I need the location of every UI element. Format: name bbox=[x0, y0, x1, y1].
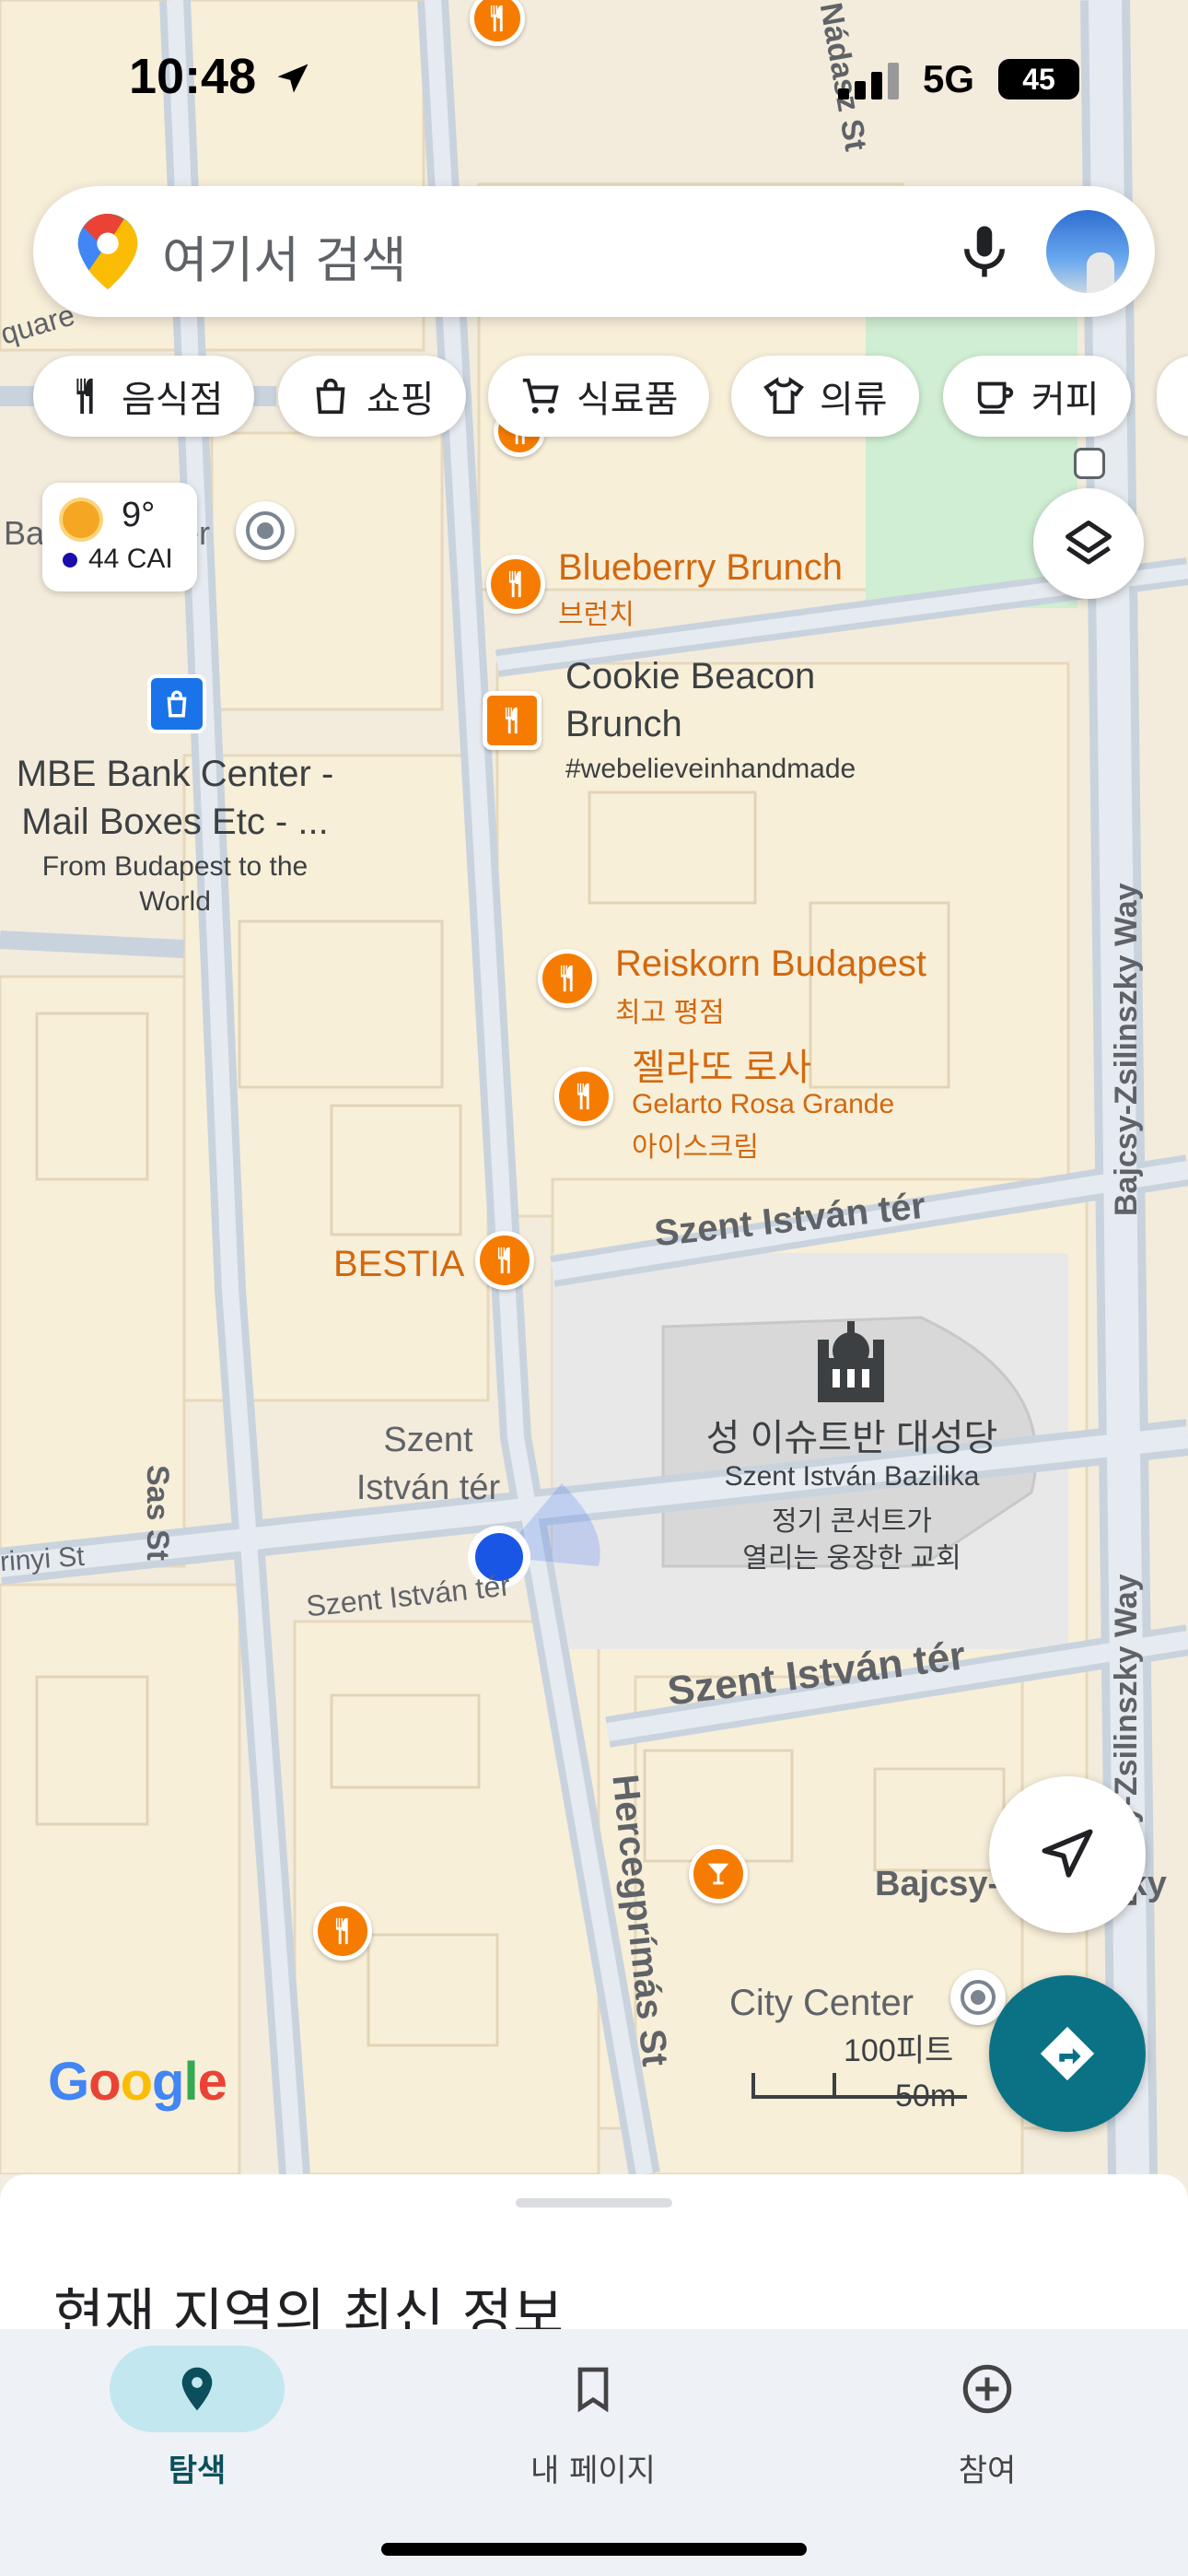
bottom-navigation: 탐색 내 페이지 참여 bbox=[0, 2329, 1188, 2576]
place-name-reiskorn[interactable]: Reiskorn Budapest bbox=[615, 943, 926, 985]
place-name-bestia[interactable]: BESTIA bbox=[333, 1244, 464, 1285]
place-sub-cookie: #webelieveinhandmade bbox=[565, 754, 856, 784]
place-sub-gelarto-2: 아이스크림 bbox=[632, 1132, 759, 1163]
road-label: rinyi St bbox=[0, 1540, 86, 1578]
weather-aqi: 44 CAI bbox=[88, 544, 173, 574]
place-sub-blueberry: 브런치 bbox=[558, 600, 635, 630]
road-label: Bajcsy-Zsilinszky Way bbox=[1109, 883, 1144, 1216]
restaurant-pin-icon[interactable] bbox=[554, 1067, 613, 1126]
chip-label: 음식점 bbox=[122, 379, 224, 421]
place-name-cookie-2[interactable]: Brunch bbox=[565, 704, 682, 745]
place-sub-basilica-1: Szent István Bazilika bbox=[724, 1461, 980, 1492]
place-name-cookie-1[interactable]: Cookie Beacon bbox=[565, 656, 815, 697]
scale-feet: 100피트 bbox=[844, 2033, 954, 2068]
shopping-pin-icon[interactable] bbox=[147, 674, 206, 733]
google-logo: Google bbox=[48, 2052, 227, 2112]
category-chip-shopping[interactable]: 쇼핑 bbox=[278, 356, 466, 437]
directions-icon bbox=[1040, 2026, 1095, 2081]
category-chip-clothing[interactable]: 의류 bbox=[731, 356, 919, 437]
sheet-handle[interactable] bbox=[516, 2198, 672, 2207]
weather-temp: 9° bbox=[122, 496, 156, 534]
place-sub-basilica-2: 정기 콘서트가 bbox=[772, 1506, 932, 1537]
home-indicator bbox=[381, 2543, 807, 2556]
chip-label: 식료품 bbox=[577, 379, 679, 421]
restaurant-pin-icon[interactable] bbox=[483, 691, 542, 750]
signal-icon bbox=[838, 63, 899, 100]
avatar[interactable] bbox=[1046, 210, 1129, 293]
explore-pin-icon bbox=[110, 2346, 285, 2432]
bookmark-icon bbox=[506, 2346, 681, 2432]
layers-button[interactable] bbox=[1033, 488, 1144, 599]
nav-label: 탐색 bbox=[168, 2453, 227, 2489]
scale-meters: 50m bbox=[895, 2078, 957, 2113]
place-sub-gelarto-1: Gelarto Rosa Grande bbox=[632, 1089, 895, 1119]
restaurant-pin-icon[interactable] bbox=[475, 1231, 534, 1290]
directions-button[interactable] bbox=[989, 1975, 1146, 2132]
my-location-button[interactable] bbox=[989, 1776, 1146, 1933]
coffee-icon bbox=[977, 381, 1014, 415]
restaurant-pin-icon[interactable] bbox=[313, 1902, 372, 1961]
place-sub-reiskorn: 최고 평점 bbox=[615, 998, 725, 1028]
place-name-basilica[interactable]: 성 이슈트반 대성당 bbox=[681, 1408, 1022, 1461]
bus-stop-icon[interactable] bbox=[1074, 448, 1105, 479]
location-pin-icon[interactable] bbox=[236, 501, 295, 560]
road-label: Ba bbox=[4, 514, 45, 552]
chip-label: 쇼핑 bbox=[367, 379, 435, 421]
maps-logo-icon bbox=[77, 214, 138, 289]
battery-icon: 45 bbox=[998, 59, 1079, 100]
place-sub-mbe-2: World bbox=[139, 886, 211, 917]
cart-icon bbox=[522, 378, 559, 414]
nav-contribute[interactable]: 참여 bbox=[849, 2329, 1125, 2490]
road-label: Sas St bbox=[140, 1465, 175, 1561]
place-name-gelarto[interactable]: 젤라또 로사 bbox=[632, 1037, 811, 1091]
place-sub-basilica-3: 열리는 웅장한 교회 bbox=[742, 1543, 961, 1574]
place-sub-mbe-1: From Budapest to the bbox=[41, 851, 309, 882]
place-name-szent-square-1[interactable]: Szent bbox=[313, 1421, 543, 1460]
search-bar[interactable]: 여기서 검색 bbox=[33, 186, 1155, 317]
place-name-mbe-1[interactable]: MBE Bank Center - bbox=[9, 754, 341, 795]
status-bar: 10:48 5G 45 bbox=[0, 0, 1188, 166]
category-chip-coffee[interactable]: 커피 bbox=[943, 356, 1131, 437]
nav-label: 내 페이지 bbox=[530, 2453, 656, 2489]
bar-pin-icon[interactable] bbox=[689, 1844, 748, 1903]
layers-icon bbox=[1066, 521, 1112, 565]
place-name-blueberry[interactable]: Blueberry Brunch bbox=[558, 547, 843, 589]
restaurant-pin-icon[interactable] bbox=[538, 949, 597, 1008]
network-type: 5G bbox=[923, 57, 975, 100]
restaurant-pin-icon[interactable] bbox=[486, 555, 545, 614]
location-arrow-icon bbox=[277, 64, 309, 93]
microphone-icon[interactable] bbox=[954, 221, 1015, 282]
place-name-mbe-2[interactable]: Mail Boxes Etc - ... bbox=[9, 802, 341, 843]
category-chip-grocery[interactable]: 식료품 bbox=[488, 356, 710, 437]
place-name-szent-square-2[interactable]: István tér bbox=[313, 1469, 543, 1508]
category-chip-restaurant[interactable]: 음식점 bbox=[33, 356, 255, 437]
restaurant-icon bbox=[76, 378, 93, 415]
navigation-arrow-icon bbox=[1042, 1829, 1093, 1878]
sun-icon bbox=[63, 501, 99, 538]
shopping-bag-icon bbox=[316, 378, 345, 415]
shirt-icon bbox=[763, 377, 804, 415]
search-input[interactable]: 여기서 검색 bbox=[162, 219, 407, 292]
aqi-dot-icon bbox=[63, 553, 77, 568]
church-icon bbox=[814, 1317, 888, 1410]
add-circle-icon bbox=[900, 2346, 1075, 2432]
nav-explore[interactable]: 탐색 bbox=[59, 2329, 335, 2490]
status-time: 10:48 bbox=[129, 49, 257, 104]
nav-label: 참여 bbox=[958, 2453, 1017, 2489]
place-name-city-center[interactable]: City Center bbox=[729, 1983, 914, 2024]
nav-my-page[interactable]: 내 페이지 bbox=[455, 2329, 731, 2490]
chip-label: 커피 bbox=[1031, 379, 1100, 421]
chip-label: 의류 bbox=[820, 379, 888, 421]
weather-widget[interactable]: 9° 44 CAI bbox=[42, 483, 197, 591]
